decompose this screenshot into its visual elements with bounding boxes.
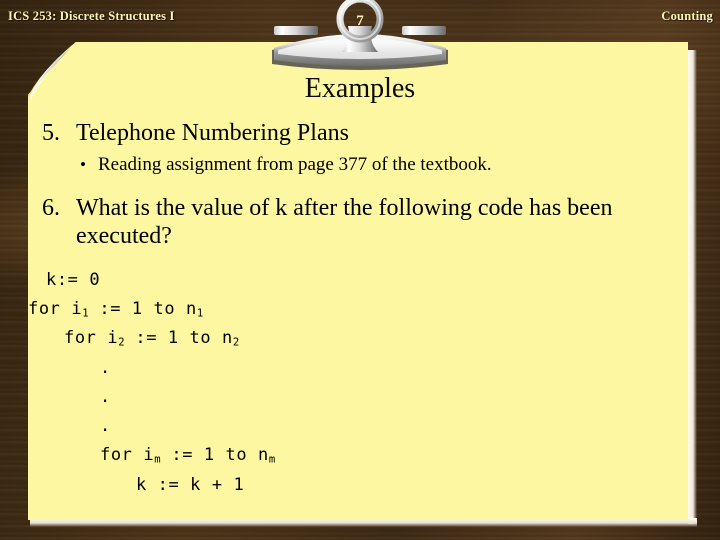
list-item-number: 5. [42,120,60,146]
code-line: k:= 0 [46,269,101,290]
course-title-header: ICS 253: Discrete Structures I [8,9,175,23]
page-title: Examples [304,73,416,104]
binder-clip-icon: 7 [268,0,452,76]
code-line: k := k + 1 [136,474,245,495]
code-line: . [100,357,111,378]
code-line: for i2 := 1 to n2 [64,328,240,349]
code-line: . [100,416,111,437]
code-line: for i1 := 1 to n1 [28,299,204,320]
slide-content: 5. Telephone Numbering Plans • Reading a… [28,118,688,500]
list-item-text: Telephone Numbering Plans [76,120,349,146]
list-item: 5. Telephone Numbering Plans [28,120,688,147]
paper-edge-right [688,50,697,524]
slide-canvas: ICS 253: Discrete Structures I Counting [0,0,720,540]
bullet-icon: • [80,155,86,175]
list-item-text: What is the value of k after the followi… [76,195,613,249]
sub-list-item-text: Reading assignment from page 377 of the … [98,154,492,176]
list-item: 6. What is the value of k after the foll… [28,195,688,250]
code-line: . [100,386,111,407]
chapter-title-header: Counting [661,9,713,23]
code-line: for im := 1 to nm [100,445,276,466]
code-block: k:= 0 for i1 := 1 to n1 for i2 := 1 to n2.… [28,266,688,500]
list-item-number: 6. [42,195,60,222]
page-number: 7 [356,13,364,29]
sub-list-item: • Reading assignment from page 377 of th… [28,154,688,177]
title-container: Examples [0,73,720,104]
